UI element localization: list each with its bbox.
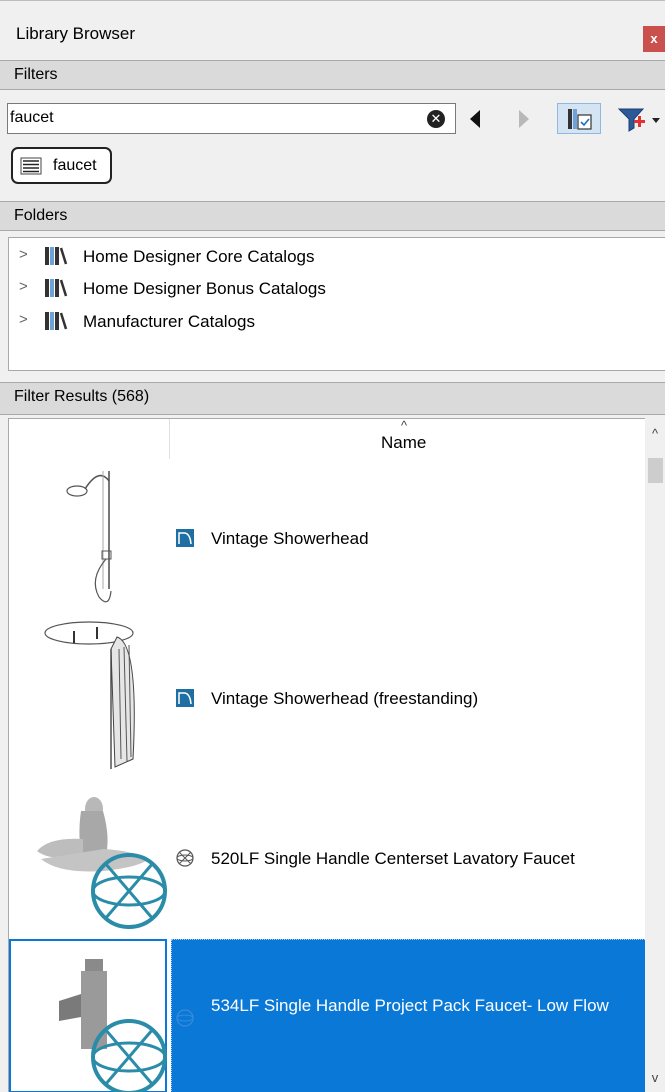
result-row[interactable]: Vintage Showerhead xyxy=(9,459,646,619)
clear-search-icon[interactable]: ✕ xyxy=(427,110,445,128)
back-arrow-icon xyxy=(470,109,480,128)
result-row[interactable]: Vintage Showerhead (freestanding) xyxy=(9,619,646,779)
filter-chip[interactable]: faucet xyxy=(11,147,112,184)
close-button[interactable]: x xyxy=(643,26,665,52)
filter-chip-label: faucet xyxy=(53,157,97,174)
web-object-icon xyxy=(176,1009,194,1027)
folder-tree: > Home Designer Core Catalogs > Home Des… xyxy=(8,237,665,371)
library-object-icon xyxy=(176,529,194,547)
tree-item-bonus-catalogs[interactable]: > Home Designer Bonus Catalogs xyxy=(9,275,649,303)
column-divider[interactable] xyxy=(169,419,170,459)
window-title: Library Browser xyxy=(16,24,136,43)
freestanding-showerhead-thumbnail xyxy=(44,621,135,769)
web-object-icon xyxy=(176,849,194,867)
catalog-library-icon xyxy=(45,312,68,330)
scroll-up-icon[interactable]: ^ xyxy=(645,426,665,441)
tree-item-manufacturer-catalogs[interactable]: > Manufacturer Catalogs xyxy=(9,308,649,336)
text-filter-icon xyxy=(20,157,42,175)
results-scrollbar[interactable]: ^ v xyxy=(645,418,665,1092)
library-object-icon xyxy=(176,689,194,707)
forward-arrow-icon xyxy=(519,109,529,128)
scroll-thumb[interactable] xyxy=(648,458,663,483)
scroll-down-icon[interactable]: v xyxy=(645,1070,665,1085)
results-header-label: Filter Results (568) xyxy=(14,388,150,405)
tree-item-label: Home Designer Bonus Catalogs xyxy=(83,279,326,298)
back-button[interactable] xyxy=(462,103,488,134)
results-list: ^ Name Vintage Showerhead Vintage Shower… xyxy=(8,418,665,1092)
search-input[interactable] xyxy=(10,107,400,129)
catalog-library-icon xyxy=(45,247,68,265)
filter-menu-button[interactable] xyxy=(612,103,665,134)
result-row-label: 534LF Single Handle Project Pack Faucet-… xyxy=(211,996,609,1015)
forward-button[interactable] xyxy=(511,103,537,134)
result-row-label: 520LF Single Handle Centerset Lavatory F… xyxy=(211,849,575,868)
result-row[interactable]: 520LF Single Handle Centerset Lavatory F… xyxy=(9,779,646,939)
expand-chevron-icon[interactable]: > xyxy=(19,278,28,295)
view-options-button[interactable] xyxy=(557,103,601,134)
filters-header-label: Filters xyxy=(14,66,58,83)
search-field[interactable]: ✕ xyxy=(7,103,456,134)
column-header-row: ^ Name xyxy=(9,419,646,459)
faucet-thumbnail xyxy=(37,797,167,929)
tree-item-core-catalogs[interactable]: > Home Designer Core Catalogs xyxy=(9,243,649,271)
expand-chevron-icon[interactable]: > xyxy=(19,311,28,328)
showerhead-thumbnail xyxy=(66,471,112,603)
result-row-selected[interactable]: 534LF Single Handle Project Pack Faucet-… xyxy=(9,939,647,1092)
add-filter-icon xyxy=(617,108,660,132)
results-header[interactable]: Filter Results (568) xyxy=(0,382,665,415)
filters-header[interactable]: Filters xyxy=(0,60,665,90)
faucet-thumbnail xyxy=(59,959,167,1092)
result-row-label: Vintage Showerhead (freestanding) xyxy=(211,689,479,708)
expand-chevron-icon[interactable]: > xyxy=(19,246,28,263)
title-bar: Library Browser x xyxy=(0,0,665,60)
column-header-name[interactable]: Name xyxy=(381,433,426,453)
result-row-label: Vintage Showerhead xyxy=(211,529,369,548)
catalog-library-icon xyxy=(45,279,68,297)
folders-header-label: Folders xyxy=(14,207,68,224)
folders-header[interactable]: Folders xyxy=(0,201,665,231)
sort-ascending-icon: ^ xyxy=(401,418,408,433)
tree-item-label: Manufacturer Catalogs xyxy=(83,312,255,331)
tree-item-label: Home Designer Core Catalogs xyxy=(83,247,315,266)
catalog-view-icon xyxy=(568,108,592,130)
